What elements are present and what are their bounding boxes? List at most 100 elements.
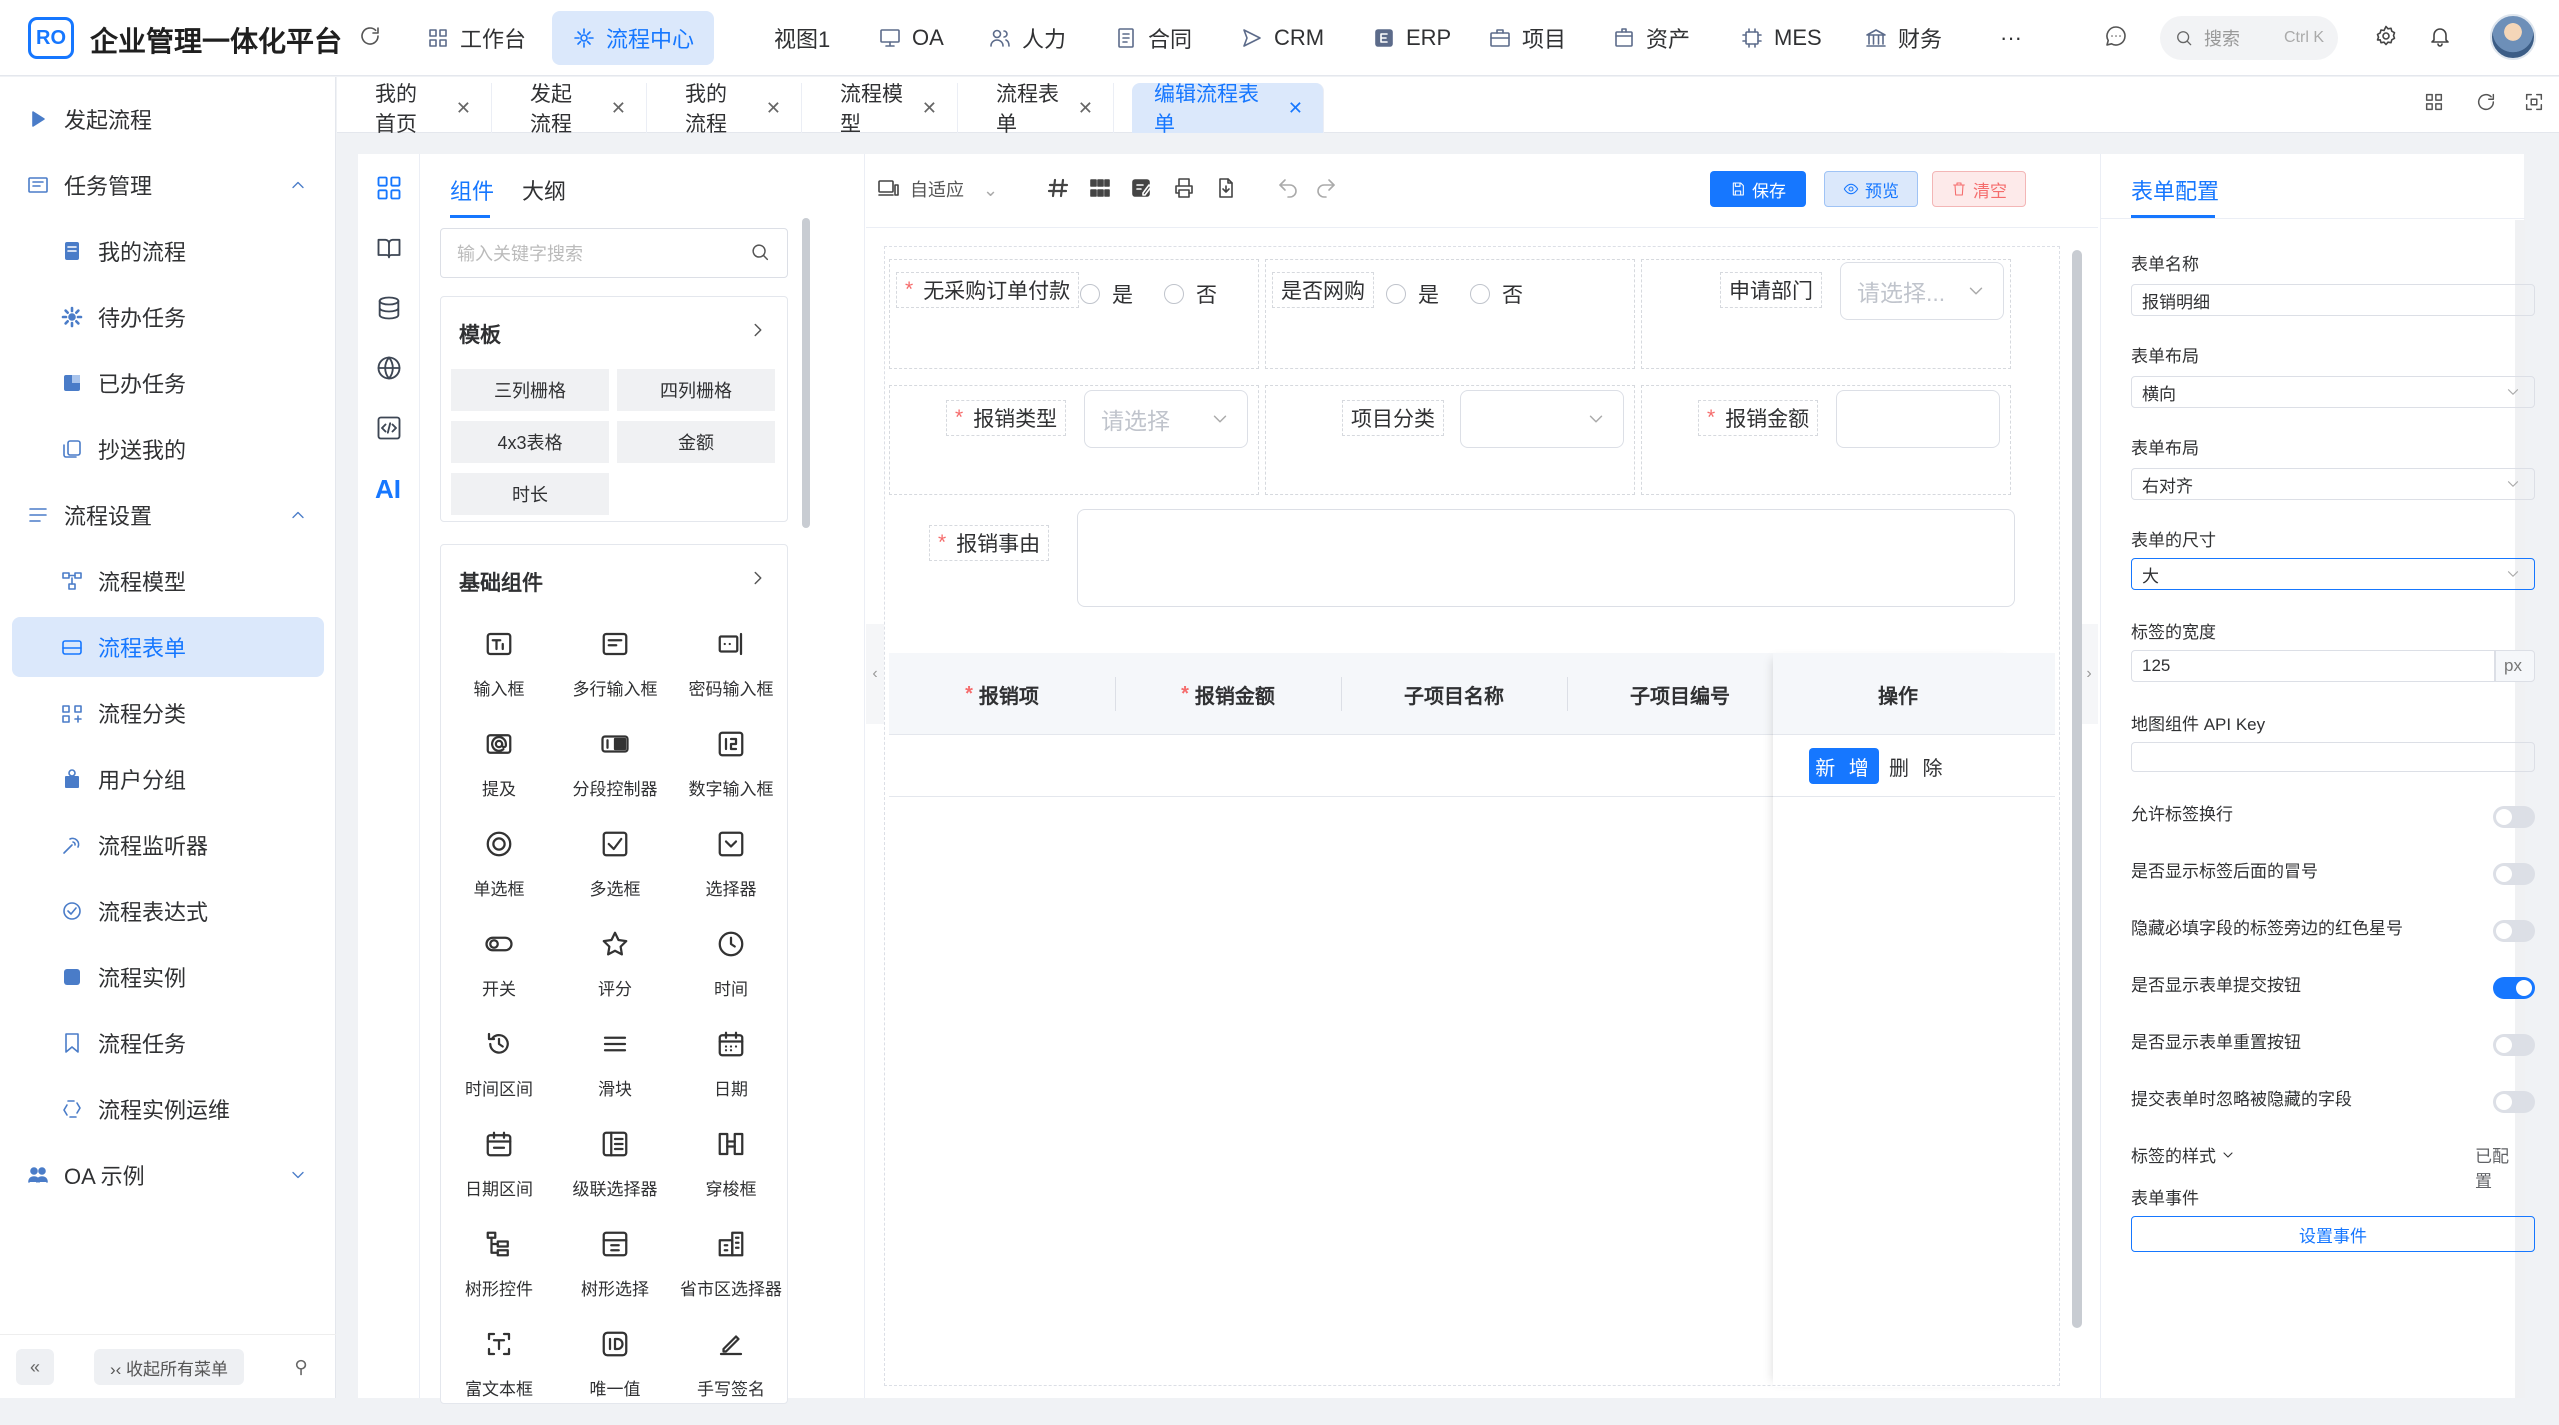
component-time[interactable]: 时间 — [673, 925, 789, 1025]
tab-grid-icon[interactable] — [2423, 91, 2445, 113]
sidebar-item-start-flow[interactable]: 发起流程 — [12, 89, 324, 149]
sidebar-group-flow-settings[interactable]: 流程设置 — [12, 485, 324, 545]
nav-mes[interactable]: MES — [1720, 11, 1842, 65]
ai-icon[interactable]: AI — [375, 474, 401, 505]
component-input[interactable]: 输入框 — [441, 625, 557, 725]
component-time-range[interactable]: 时间区间 — [441, 1025, 557, 1125]
sidebar-group-oa-demo[interactable]: OA 示例 — [12, 1145, 324, 1205]
design-form-canvas[interactable]: * 无采购订单付款 是 否 是否网购 是 否 申请部门 请选择... * 报销类型 … — [884, 246, 2060, 1386]
sidebar-item-user-group[interactable]: 用户分组 — [12, 749, 324, 809]
sidebar-item-flow-form[interactable]: 流程表单 — [12, 617, 324, 677]
component-rate[interactable]: 评分 — [557, 925, 673, 1025]
device-icon[interactable] — [876, 176, 900, 200]
sidebar-item-my-flows[interactable]: 我的流程 — [12, 221, 324, 281]
label-style-toggle[interactable]: 标签的样式 — [2131, 1142, 2236, 1167]
collapse-sidebar-button[interactable]: « — [16, 1349, 54, 1385]
close-icon[interactable]: ✕ — [611, 98, 626, 119]
nav-erp[interactable]: ERP — [1352, 11, 1471, 65]
project-category-select[interactable] — [1460, 390, 1624, 448]
book-open-icon[interactable] — [375, 234, 403, 262]
form-cell[interactable]: * 报销类型 请选择 — [889, 385, 1259, 495]
sidebar-item-todo-tasks[interactable]: 待办任务 — [12, 287, 324, 347]
fullscreen-icon[interactable] — [2523, 91, 2545, 113]
undo-icon[interactable] — [1276, 176, 1300, 200]
redo-icon[interactable] — [1314, 176, 1338, 200]
nav-crm[interactable]: CRM — [1220, 11, 1344, 65]
reimbursement-type-select[interactable]: 请选择 — [1084, 390, 1248, 448]
department-select[interactable]: 请选择... — [1840, 262, 2004, 320]
form-align-select[interactable]: 右对齐 — [2131, 468, 2535, 500]
component-mention[interactable]: 提及 — [441, 725, 557, 825]
chevron-right-icon[interactable] — [747, 567, 769, 589]
tab-refresh-icon[interactable] — [2475, 91, 2497, 113]
sidebar-item-flow-task[interactable]: 流程任务 — [12, 1013, 324, 1073]
template-item[interactable]: 4x3表格 — [451, 421, 609, 463]
template-item[interactable]: 三列栅格 — [451, 369, 609, 411]
chat-icon[interactable] — [2104, 24, 2128, 48]
add-row-button[interactable]: 新 增 — [1809, 748, 1879, 784]
sidebar-item-cc-me[interactable]: 抄送我的 — [12, 419, 324, 479]
map-api-key-input[interactable] — [2131, 742, 2535, 772]
user-avatar[interactable] — [2490, 14, 2536, 60]
close-icon[interactable]: ✕ — [456, 98, 471, 119]
nav-flow-center[interactable]: 流程中心 — [552, 11, 715, 65]
sidebar-item-done-tasks[interactable]: 已办任务 — [12, 353, 324, 413]
sidebar-group-task-management[interactable]: 任务管理 — [12, 155, 324, 215]
collapse-right-panel-button[interactable]: › — [2080, 624, 2098, 724]
form-cell[interactable]: * 无采购订单付款 是 否 — [889, 259, 1259, 369]
nav-oa[interactable]: OA — [858, 11, 964, 65]
tab-home[interactable]: 我的首页 ✕ — [337, 83, 492, 136]
global-search[interactable]: 搜索 Ctrl K — [2160, 16, 2338, 60]
nav-project[interactable]: 项目 — [1468, 11, 1586, 65]
tab-outline[interactable]: 大纲 — [522, 174, 566, 206]
reason-textarea[interactable] — [1077, 509, 2015, 607]
tab-components[interactable]: 组件 — [450, 174, 494, 206]
show-reset-button-switch[interactable] — [2493, 1034, 2535, 1056]
close-icon[interactable]: ✕ — [1078, 98, 1093, 119]
sidebar-item-flow-instance[interactable]: 流程实例 — [12, 947, 324, 1007]
component-tree-select[interactable]: 树形选择 — [557, 1225, 673, 1325]
collapse-all-menus-button[interactable]: ›‹ 收起所有菜单 — [94, 1349, 244, 1385]
tab-flow-form[interactable]: 流程表单 ✕ — [958, 83, 1114, 136]
component-checkbox[interactable]: 多选框 — [557, 825, 673, 925]
radio-option-no[interactable]: 否 — [1470, 279, 1523, 309]
template-item[interactable]: 金额 — [617, 421, 775, 463]
allow-label-wrap-switch[interactable] — [2493, 806, 2535, 828]
nav-finance[interactable]: 财务 — [1844, 11, 1962, 65]
component-tree[interactable]: 树形控件 — [441, 1225, 557, 1325]
show-submit-button-switch[interactable] — [2493, 977, 2535, 999]
component-slider[interactable]: 滑块 — [557, 1025, 673, 1125]
ignore-hidden-fields-switch[interactable] — [2493, 1091, 2535, 1113]
globe-icon[interactable] — [375, 354, 403, 382]
library-scrollbar[interactable] — [802, 218, 810, 528]
form-cell[interactable]: * 报销金额 — [1641, 385, 2011, 495]
component-password[interactable]: 密码输入框 — [673, 625, 789, 725]
save-button[interactable]: 保存 — [1710, 171, 1806, 207]
nav-view1[interactable]: 视图1 — [754, 11, 850, 65]
radio-option-yes[interactable]: 是 — [1386, 279, 1439, 309]
nav-assets[interactable]: 资产 — [1592, 11, 1710, 65]
show-colon-switch[interactable] — [2493, 863, 2535, 885]
canvas-scrollbar[interactable] — [2072, 250, 2082, 1328]
grid-layout-icon[interactable] — [1088, 176, 1112, 200]
sidebar-item-flow-category[interactable]: 流程分类 — [12, 683, 324, 743]
clear-button[interactable]: 清空 — [1932, 171, 2026, 207]
component-select[interactable]: 选择器 — [673, 825, 789, 925]
nav-contract[interactable]: 合同 — [1094, 11, 1212, 65]
component-richtext[interactable]: 富文本框 — [441, 1325, 557, 1425]
component-textarea[interactable]: 多行输入框 — [557, 625, 673, 725]
hide-required-asterisk-switch[interactable] — [2493, 920, 2535, 942]
sidebar-item-flow-ops[interactable]: 流程实例运维 — [12, 1079, 324, 1139]
tab-edit-flow-form[interactable]: 编辑流程表单 ✕ — [1132, 83, 1324, 136]
component-transfer[interactable]: 穿梭框 — [673, 1125, 789, 1225]
amount-input[interactable] — [1836, 390, 2000, 448]
form-cell[interactable]: 申请部门 请选择... — [1641, 259, 2011, 369]
hash-grid-icon[interactable] — [1046, 176, 1070, 200]
component-number-input[interactable]: 数字输入框 — [673, 725, 789, 825]
pin-icon[interactable]: ⚲ — [282, 1349, 320, 1385]
template-item[interactable]: 时长 — [451, 473, 609, 515]
tab-form-config[interactable]: 表单配置 — [2131, 174, 2219, 206]
component-date[interactable]: 日期 — [673, 1025, 789, 1125]
template-item[interactable]: 四列栅格 — [617, 369, 775, 411]
database-icon[interactable] — [375, 294, 403, 322]
